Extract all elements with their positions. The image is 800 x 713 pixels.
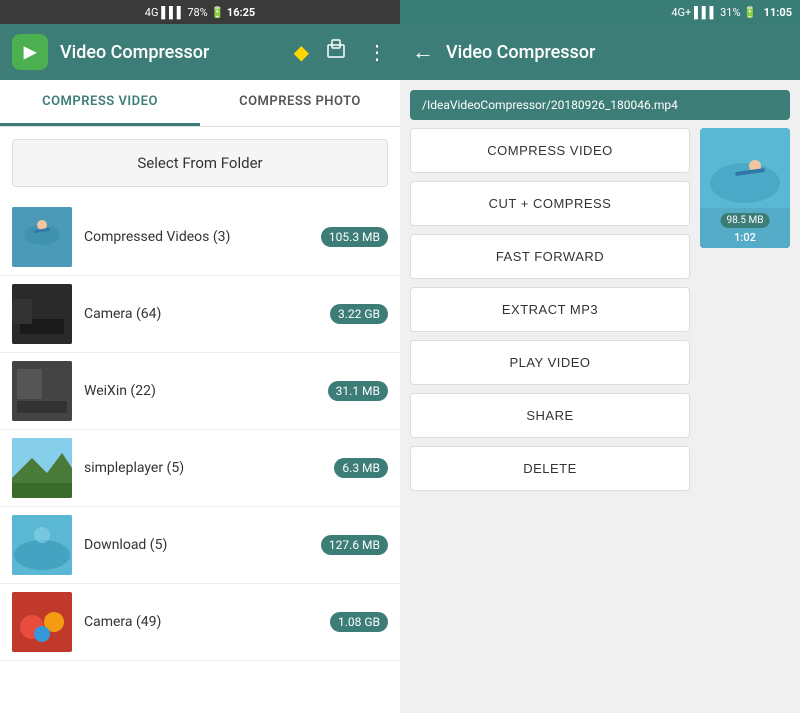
- folder-info: Compressed Videos (3): [72, 229, 321, 245]
- folder-name: WeiXin (22): [84, 383, 316, 399]
- folder-thumbnail: [12, 515, 72, 575]
- folder-name: Camera (49): [84, 614, 318, 630]
- folder-size-badge: 6.3 MB: [334, 458, 388, 478]
- folder-size-badge: 31.1 MB: [328, 381, 388, 401]
- action-buttons-column: COMPRESS VIDEO CUT + COMPRESS FAST FORWA…: [410, 128, 690, 703]
- folder-name: Camera (64): [84, 306, 318, 322]
- list-item[interactable]: simpleplayer (5) 6.3 MB: [0, 430, 400, 507]
- share-icon[interactable]: [325, 39, 347, 66]
- left-app-title: Video Compressor: [60, 42, 282, 63]
- folder-list: Compressed Videos (3) 105.3 MB Camera (6…: [0, 199, 400, 713]
- tab-compress-video[interactable]: COMPRESS VIDEO: [0, 80, 200, 126]
- left-network: 4G: [145, 6, 159, 19]
- folder-thumbnail: [12, 592, 72, 652]
- list-item[interactable]: Camera (49) 1.08 GB: [0, 584, 400, 661]
- right-network: 4G+: [671, 6, 691, 19]
- extract-mp3-button[interactable]: EXTRACT MP3: [410, 287, 690, 332]
- right-time: 11:05: [764, 6, 792, 19]
- right-battery-pct: 31%: [720, 6, 740, 19]
- folder-name: simpleplayer (5): [84, 460, 322, 476]
- folder-info: Camera (64): [72, 306, 330, 322]
- cut-compress-button[interactable]: CUT + COMPRESS: [410, 181, 690, 226]
- play-video-button[interactable]: PLAY VIDEO: [410, 340, 690, 385]
- diamond-icon: ◆: [294, 40, 309, 64]
- right-header: ← Video Compressor: [400, 24, 800, 80]
- folder-thumbnail: [12, 207, 72, 267]
- video-duration: 1:02: [734, 231, 756, 244]
- left-signal: ▌▌▌: [161, 6, 184, 19]
- left-panel: ▶ Video Compressor ◆ ⋮ COMPRESS VIDEO CO…: [0, 24, 400, 713]
- video-size-badge: 98.5 MB: [721, 213, 770, 228]
- tab-compress-photo[interactable]: COMPRESS PHOTO: [200, 80, 400, 126]
- share-button[interactable]: SHARE: [410, 393, 690, 438]
- right-content-area: COMPRESS VIDEO CUT + COMPRESS FAST FORWA…: [400, 128, 800, 713]
- more-options-icon[interactable]: ⋮: [367, 40, 388, 64]
- folder-info: WeiXin (22): [72, 383, 328, 399]
- left-battery-pct: 78%: [187, 6, 207, 19]
- fast-forward-button[interactable]: FAST FORWARD: [410, 234, 690, 279]
- folder-info: Download (5): [72, 537, 321, 553]
- folder-info: Camera (49): [72, 614, 330, 630]
- folder-thumbnail: [12, 361, 72, 421]
- folder-info: simpleplayer (5): [72, 460, 334, 476]
- folder-name: Download (5): [84, 537, 309, 553]
- app-icon: ▶: [12, 34, 48, 70]
- folder-size-badge: 127.6 MB: [321, 535, 388, 555]
- right-panel: ← Video Compressor /IdeaVideoCompressor/…: [400, 24, 800, 713]
- right-status-bar: 4G+ ▌▌▌ 31% 🔋 11:05: [400, 0, 800, 24]
- left-status-bar: 4G ▌▌▌ 78% 🔋 16:25: [0, 0, 400, 24]
- list-item[interactable]: Compressed Videos (3) 105.3 MB: [0, 199, 400, 276]
- folder-name: Compressed Videos (3): [84, 229, 309, 245]
- folder-thumbnail: [12, 438, 72, 498]
- back-button[interactable]: ←: [412, 39, 434, 65]
- list-item[interactable]: Download (5) 127.6 MB: [0, 507, 400, 584]
- file-path-label: /IdeaVideoCompressor/20180926_180046.mp4: [410, 90, 790, 120]
- select-folder-button[interactable]: Select From Folder: [12, 139, 388, 187]
- folder-size-badge: 1.08 GB: [330, 612, 388, 632]
- left-header: ▶ Video Compressor ◆ ⋮: [0, 24, 400, 80]
- folder-size-badge: 3.22 GB: [330, 304, 388, 324]
- right-app-title: Video Compressor: [446, 42, 595, 63]
- svg-text:▶: ▶: [23, 42, 37, 61]
- folder-size-badge: 105.3 MB: [321, 227, 388, 247]
- video-thumbnail: 98.5 MB 1:02: [700, 128, 790, 248]
- folder-thumbnail: [12, 284, 72, 344]
- tab-bar: COMPRESS VIDEO COMPRESS PHOTO: [0, 80, 400, 127]
- compress-video-button[interactable]: COMPRESS VIDEO: [410, 128, 690, 173]
- video-preview-panel: 98.5 MB 1:02: [700, 128, 790, 703]
- list-item[interactable]: WeiXin (22) 31.1 MB: [0, 353, 400, 430]
- left-time: 16:25: [227, 6, 255, 19]
- delete-button[interactable]: DELETE: [410, 446, 690, 491]
- list-item[interactable]: Camera (64) 3.22 GB: [0, 276, 400, 353]
